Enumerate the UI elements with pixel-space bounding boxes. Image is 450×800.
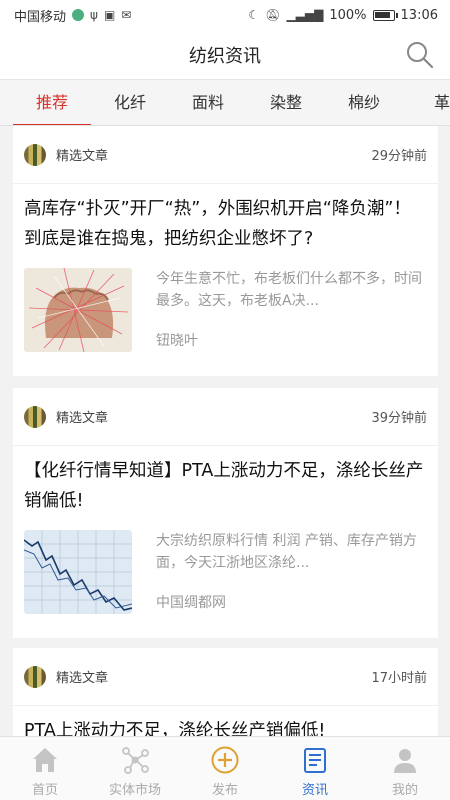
article-header: 精选文章 17小时前 [13,648,438,706]
article-summary: 大宗纺织原料行情 利润 产销、库存产销方面，今天江浙地区涤纶... [156,533,417,571]
nav-label: 实体市场 [108,783,161,798]
notification-icon: ▣ [103,8,116,22]
signal-icon: ▁▃▅▇ [286,8,324,22]
news-icon [304,748,326,773]
article-thumbnail[interactable] [24,268,132,352]
tab-leather[interactable]: 革 [403,80,450,125]
nav-news[interactable]: 资讯 [270,737,360,800]
nav-home[interactable]: 首页 [0,737,90,800]
network-icon [122,747,149,774]
article-author: 钮晓叶 [156,333,198,349]
search-icon [407,42,434,69]
usb-icon: ψ [90,8,98,22]
status-bar-right: ☾ 🔕︎ ▁▃▅▇ 100% 13:06 [248,8,438,23]
article-source: 精选文章 [24,665,109,688]
category-tabs: 推荐 化纤 面料 染整 棉纱 革 [0,80,450,126]
article-meta: 大宗纺织原料行情 利润 产销、库存产销方面，今天江浙地区涤纶... 中国绸都网 [132,530,427,614]
source-avatar [24,405,46,428]
article-header: 精选文章 29分钟前 [13,126,438,184]
article-card[interactable]: 精选文章 39分钟前 【化纤行情早知道】PTA上涨动力不足，涤纶长丝产销偏低! [13,388,438,638]
plus-circle-icon [211,746,239,774]
search-button[interactable] [404,39,436,71]
article-thumbnail[interactable] [24,530,132,614]
home-icon [33,748,57,772]
nav-publish[interactable]: 发布 [180,737,270,800]
article-time: 29分钟前 [371,149,427,164]
article-time: 17小时前 [371,671,427,686]
moon-icon: ☾ [248,8,260,22]
tab-fabric[interactable]: 面料 [169,80,247,125]
article-body: 今年生意不忙，布老板们什么都不多，时间最多。这天，布老板A决... 钮晓叶 [13,254,438,352]
tab-recommend[interactable]: 推荐 [13,80,91,125]
nav-label: 发布 [211,783,238,798]
source-label: 精选文章 [56,411,109,426]
source-label: 精选文章 [56,149,109,164]
article-source: 精选文章 [24,405,109,428]
status-bar-left: 中国移动 ψ ▣ ✉ [14,6,131,25]
battery-percent: 100% [329,7,367,23]
nav-market[interactable]: 实体市场 [90,737,180,800]
source-avatar [24,143,46,166]
article-source: 精选文章 [24,143,109,166]
page-title: 纺织资讯 [189,45,261,67]
bottom-nav: 首页 实体市场 发布 资讯 我的 [0,736,450,800]
tab-dyeing[interactable]: 染整 [247,80,325,125]
source-label: 精选文章 [56,671,109,686]
carrier-label: 中国移动 [14,9,67,25]
article-feed: 精选文章 29分钟前 高库存“扑灭”开厂“热”，外围织机开启“降负潮”！到底是谁… [0,126,450,736]
tab-cotton-yarn[interactable]: 棉纱 [325,80,403,125]
article-card[interactable]: 精选文章 17小时前 PTA上涨动力不足，涤纶长丝产销偏低! [13,648,438,736]
article-summary: 今年生意不忙，布老板们什么都不多，时间最多。这天，布老板A决... [156,271,422,309]
person-icon [394,749,416,773]
status-bar: 中国移动 ψ ▣ ✉ ☾ 🔕︎ ▁▃▅▇ 100% 13:06 [0,0,450,30]
article-time: 39分钟前 [371,411,427,426]
article-title[interactable]: PTA上涨动力不足，涤纶长丝产销偏低! [13,706,438,736]
clock: 13:06 [400,7,438,23]
mute-icon: 🔕︎ [265,8,281,22]
nav-label: 资讯 [301,783,328,798]
article-title[interactable]: 高库存“扑灭”开厂“热”，外围织机开启“降负潮”！到底是谁在捣鬼，把纺织企业憋坏… [13,184,438,254]
article-meta: 今年生意不忙，布老板们什么都不多，时间最多。这天，布老板A决... 钮晓叶 [132,268,427,352]
article-header: 精选文章 39分钟前 [13,388,438,446]
article-author: 中国绸都网 [156,595,226,611]
fist-yarn-image [24,268,132,352]
nav-label: 首页 [31,783,58,798]
article-card[interactable]: 精选文章 29分钟前 高库存“扑灭”开厂“热”，外围织机开启“降负潮”！到底是谁… [13,126,438,376]
wechat-icon: ✉ [121,8,132,22]
tab-chemical-fiber[interactable]: 化纤 [91,80,169,125]
article-body: 大宗纺织原料行情 利润 产销、库存产销方面，今天江浙地区涤纶... 中国绸都网 [13,516,438,614]
article-title[interactable]: 【化纤行情早知道】PTA上涨动力不足，涤纶长丝产销偏低! [13,446,438,516]
nav-me[interactable]: 我的 [360,737,450,800]
source-avatar [24,665,46,688]
stock-chart-image [24,530,132,614]
hd-icon [72,9,85,21]
app-header: 纺织资讯 [0,30,450,80]
nav-label: 我的 [391,783,418,798]
battery-icon [372,9,398,21]
